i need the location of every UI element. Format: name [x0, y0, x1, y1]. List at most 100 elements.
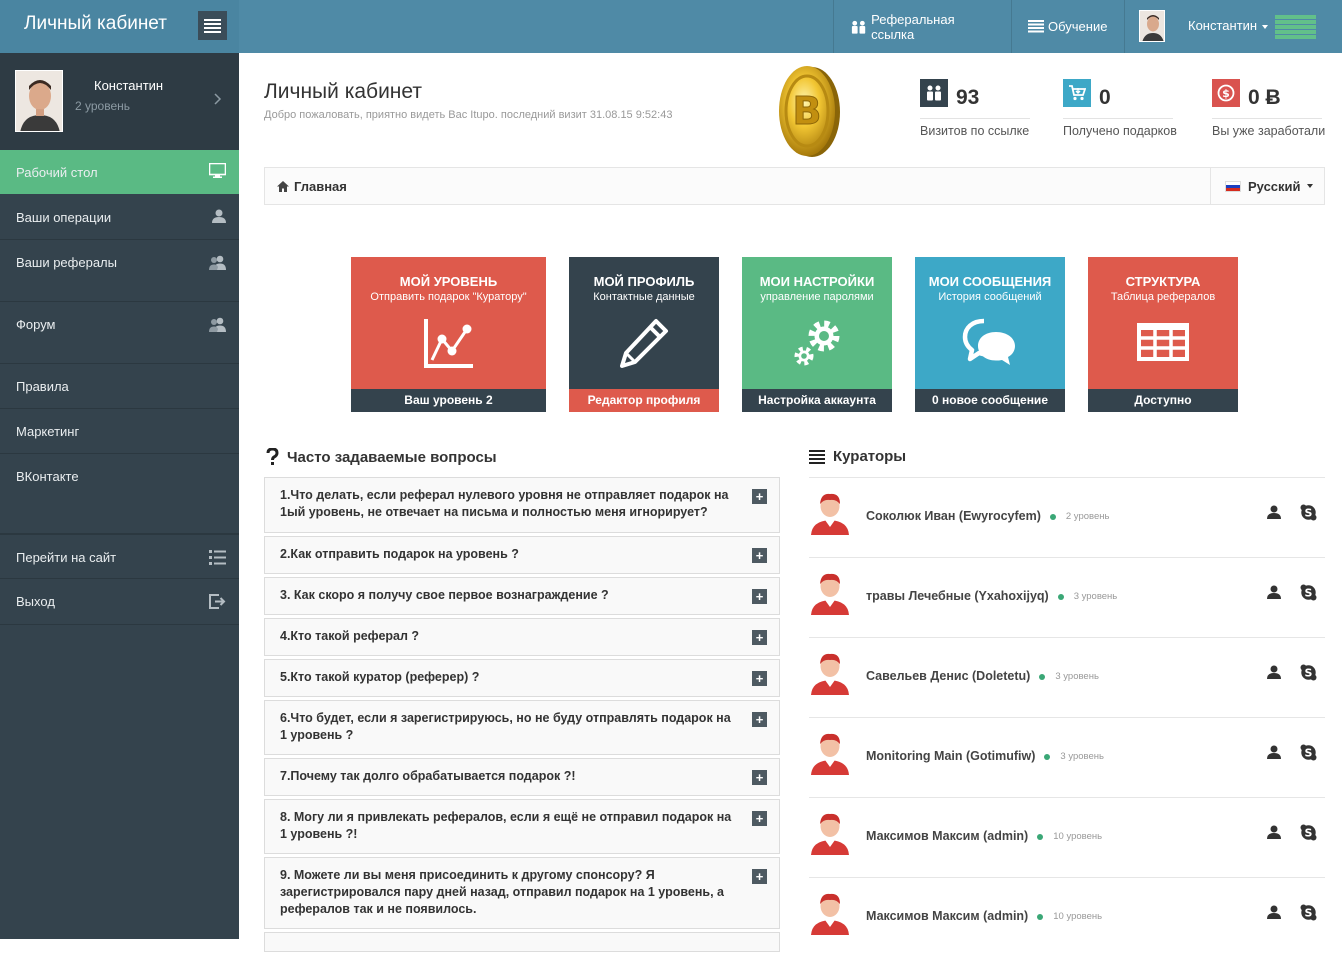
language-select[interactable]: Русский — [1210, 168, 1324, 204]
faq-question: 4.Кто такой реферал ? — [280, 629, 420, 643]
plus-icon[interactable]: + — [752, 671, 767, 686]
curator-row: Савельев Денис (Doletetu) 3 уровень S — [809, 638, 1325, 718]
tile-my-profile[interactable]: Мой профиль Контактные данные Редактор п… — [569, 257, 719, 412]
sidebar-item-operations[interactable]: Ваши операции — [0, 194, 239, 240]
sidebar-profile[interactable]: Константин 2 уровень — [0, 53, 239, 150]
sidebar-item-rules[interactable]: Правила — [0, 364, 239, 409]
plus-icon[interactable]: + — [752, 811, 767, 826]
sidebar-item-label: Перейти на сайт — [16, 550, 117, 565]
user-profile-icon[interactable] — [1267, 505, 1281, 519]
tile-title: Структура — [1125, 274, 1201, 289]
curator-level: 2 уровень — [1065, 511, 1110, 523]
user-profile-icon[interactable] — [1267, 825, 1281, 839]
nav-referral-label: Реферальная ссылка — [871, 11, 955, 42]
tile-footer: Настройка аккаунта — [742, 389, 892, 412]
breadcrumb-home[interactable]: Главная — [277, 179, 347, 194]
tile-my-level[interactable]: Мой уровень Отправить подарок "Куратору"… — [351, 257, 546, 412]
skype-icon[interactable]: S — [1300, 744, 1317, 761]
user-dropdown[interactable]: Константин — [1188, 18, 1269, 33]
faq-item[interactable]: 6.Что будет, если я зарегистрируюсь, но … — [264, 700, 780, 755]
curator-name[interactable]: травы Лечебные (Yxahoxijyq) — [866, 589, 1049, 603]
svg-text:B: B — [793, 89, 822, 133]
faq-item[interactable]: 1.Что делать, если реферал нулевого уров… — [264, 477, 780, 533]
table-icon — [1137, 323, 1189, 361]
curator-name[interactable]: Савельев Денис (Doletetu) — [866, 669, 1030, 683]
faq-item[interactable] — [264, 932, 780, 952]
skype-icon[interactable]: S — [1300, 504, 1317, 521]
avatar[interactable] — [1139, 10, 1165, 42]
curator-row: травы Лечебные (Yxahoxijyq) 3 уровень S — [809, 558, 1325, 638]
sidebar-item-label: Ваши операции — [16, 210, 112, 225]
sidebar-item-label: Выход — [16, 594, 55, 609]
online-status-dot — [1037, 913, 1044, 920]
plus-icon[interactable]: + — [752, 630, 767, 645]
cart-icon — [1063, 79, 1091, 107]
page-subtitle: Добро пожаловать, приятно видеть Вас Itu… — [264, 109, 673, 121]
online-status-dot — [1044, 753, 1051, 760]
skype-icon[interactable]: S — [1300, 824, 1317, 841]
plus-icon[interactable]: + — [752, 712, 767, 727]
faq-item[interactable]: 7.Почему так долго обрабатывается подаро… — [264, 758, 780, 796]
curators-section-title: Кураторы — [809, 448, 906, 465]
user-profile-icon[interactable] — [1267, 665, 1281, 679]
curator-name[interactable]: Monitoring Main (Gotimufiw) — [866, 749, 1035, 763]
tile-my-settings[interactable]: Мои настройки управление паролями Настро… — [742, 257, 892, 412]
sidebar-item-marketing[interactable]: Маркетинг — [0, 409, 239, 454]
faq-item[interactable]: 5.Кто такой куратор (реферер) ? + — [264, 659, 780, 697]
tile-title: Мой уровень — [399, 274, 498, 289]
skype-icon[interactable]: S — [1300, 664, 1317, 681]
curator-avatar-icon — [809, 651, 851, 695]
sidebar-item-vkontakte[interactable]: ВКонтакте — [0, 454, 239, 534]
caret-down-icon — [1306, 184, 1313, 188]
faq-item[interactable]: 9. Можете ли вы меня присоединить к друг… — [264, 857, 780, 929]
nav-training[interactable]: Обучение — [1011, 0, 1124, 53]
curator-name[interactable]: Соколюк Иван (Ewyrocyfem) — [866, 509, 1041, 523]
faq-item[interactable]: 3. Как скоро я получу свое первое вознаг… — [264, 577, 780, 615]
faq-question: 6.Что будет, если я зарегистрируюсь, но … — [280, 711, 731, 742]
curator-row: Максимов Максим (admin) 10 уровень S — [809, 798, 1325, 878]
page-title: Личный кабинет — [264, 80, 422, 103]
list-icon — [809, 449, 825, 464]
user-profile-icon[interactable] — [1267, 585, 1281, 599]
monitor-icon — [209, 163, 226, 178]
faq-item[interactable]: 4.Кто такой реферал ? + — [264, 618, 780, 656]
plus-icon[interactable]: + — [752, 869, 767, 884]
tile-subtitle: Контактные данные — [593, 291, 695, 303]
sidebar-item-logout[interactable]: Выход — [0, 579, 239, 625]
tile-my-messages[interactable]: Мои сообщения История сообщений 0 новое … — [915, 257, 1065, 412]
chat-icon — [962, 318, 1015, 365]
user-profile-icon[interactable] — [1267, 745, 1281, 759]
faq-item[interactable]: 2.Как отправить подарок на уровень ? + — [264, 536, 780, 574]
stat-gifts-value: 0 — [1099, 86, 1111, 109]
skype-icon[interactable]: S — [1300, 904, 1317, 921]
plus-icon[interactable]: + — [752, 548, 767, 563]
nav-training-label: Обучение — [1048, 19, 1108, 34]
plus-icon[interactable]: + — [752, 589, 767, 604]
sidebar-item-referrals[interactable]: Ваши рефералы — [0, 240, 239, 302]
curator-row: Максимов Максим (admin) 10 уровень S — [809, 878, 1325, 958]
skype-icon[interactable]: S — [1300, 584, 1317, 601]
curator-row: Соколюк Иван (Ewyrocyfem) 2 уровень S — [809, 478, 1325, 558]
tile-structure[interactable]: Структура Таблица рефералов Доступно — [1088, 257, 1238, 412]
curator-name[interactable]: Максимов Максим (admin) — [866, 829, 1028, 843]
sidebar-item-desktop[interactable]: Рабочий стол — [0, 150, 239, 194]
faq-item[interactable]: 8. Могу ли я привлекать рефералов, если … — [264, 799, 780, 854]
user-photo-icon — [16, 71, 62, 131]
stat-earned-label: Вы уже заработали — [1212, 124, 1326, 138]
brand-title: Личный кабинет — [24, 13, 167, 34]
users-icon — [920, 79, 948, 107]
status-bars-icon[interactable] — [1275, 15, 1316, 39]
sidebar-item-forum[interactable]: Форум — [0, 302, 239, 364]
sidebar-item-go-to-site[interactable]: Перейти на сайт — [0, 534, 239, 579]
plus-icon[interactable]: + — [752, 770, 767, 785]
menu-toggle-button[interactable] — [198, 11, 227, 40]
svg-text:$: $ — [1222, 87, 1230, 100]
list-icon — [1028, 20, 1044, 33]
plus-icon[interactable]: + — [752, 489, 767, 504]
users-icon — [851, 20, 866, 34]
user-profile-icon[interactable] — [1267, 905, 1281, 919]
curator-name[interactable]: Максимов Максим (admin) — [866, 909, 1028, 923]
bitcoin-coin-icon: B — [779, 66, 840, 157]
nav-referral-link[interactable]: Реферальная ссылка — [833, 0, 1011, 53]
tile-subtitle: Таблица рефералов — [1110, 291, 1216, 303]
